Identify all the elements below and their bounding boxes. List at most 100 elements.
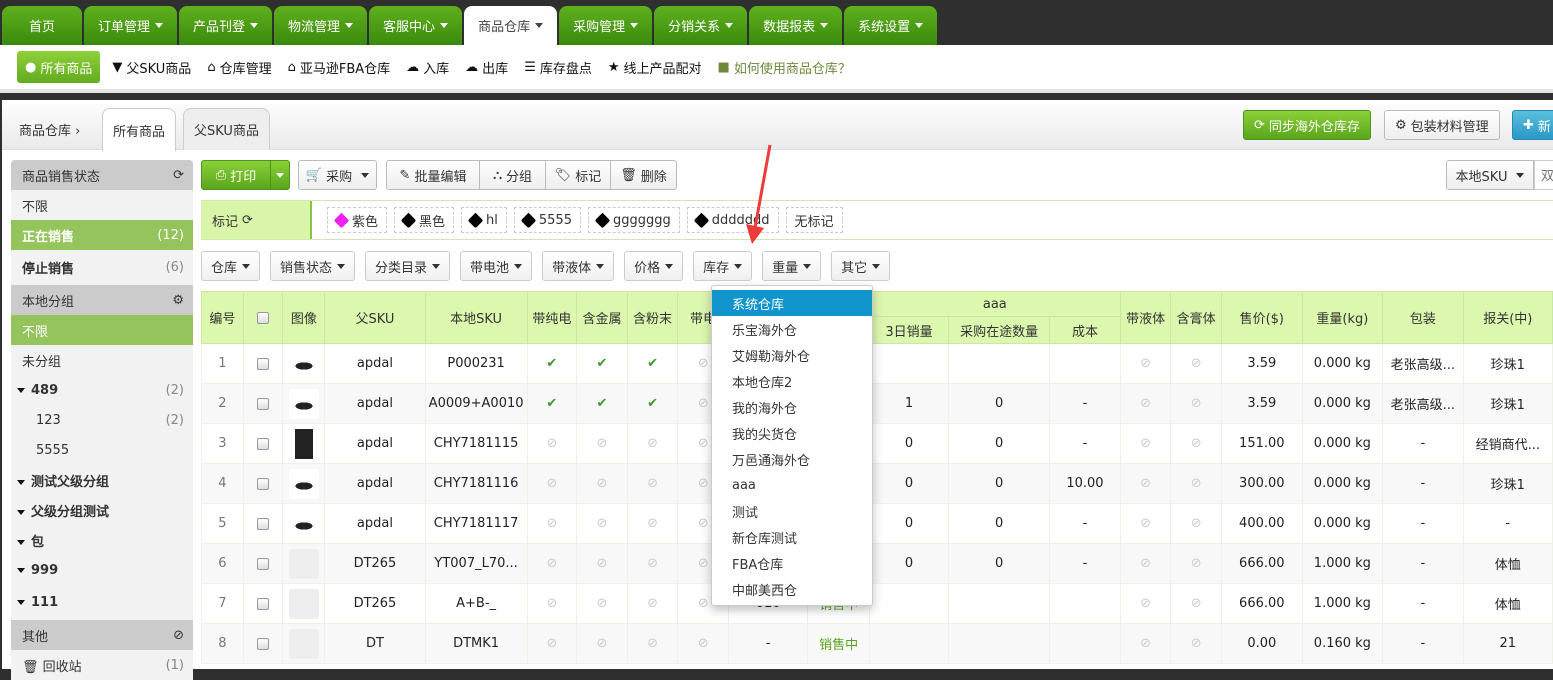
subnav-item[interactable]: ☁ 出库 <box>465 58 508 77</box>
refresh-icon[interactable]: ⟳ <box>242 213 253 228</box>
sidebar-item[interactable]: 不限 <box>11 190 193 220</box>
filter-button[interactable]: 分类目录 <box>365 251 451 281</box>
warehouse-option[interactable]: aaa <box>712 472 872 498</box>
row-checkbox[interactable] <box>257 477 270 490</box>
filter-button[interactable]: 销售状态 <box>270 251 356 281</box>
filter-button[interactable]: 库存 <box>693 251 753 281</box>
filter-button[interactable]: 带电池 <box>460 251 533 281</box>
mark-tag[interactable]: 无标记 <box>785 207 843 233</box>
table-row[interactable]: 5 apdal CHY7181117 ⊘ ⊘ ⊘ ⊘ 0 0- ⊘ ⊘ 400.00 0.000 kg -… <box>201 503 1553 544</box>
nav-tab[interactable]: 系统设置 <box>844 6 938 45</box>
ban-icon[interactable]: ⊘ <box>173 628 184 643</box>
caret-down-icon[interactable] <box>17 600 25 605</box>
print-button[interactable]: ⎙ 打印 <box>201 160 271 190</box>
warehouse-option[interactable]: 本地仓库2 <box>712 368 872 394</box>
sidebar-item[interactable]: 489 (2) <box>11 375 193 405</box>
product-image[interactable] <box>288 588 319 619</box>
sidebar-item[interactable]: 999 <box>11 555 193 585</box>
purchase-button[interactable]: 🛒 采购 <box>298 160 377 190</box>
batch-edit-button[interactable]: ✎ 批量编辑 <box>386 160 480 190</box>
filter-button[interactable]: 价格 <box>624 251 684 281</box>
table-row[interactable]: 6 DT265 YT007_L70... ⊘ ⊘ ⊘ ⊘ 0 0- ⊘ ⊘ 666.00 1.000 k… <box>201 543 1553 584</box>
table-row[interactable]: 8 DT DTMK1 ⊘ ⊘ ⊘ ⊘ - 销售中 ⊘ ⊘ 0.00 0.160 kg -21 <box>201 623 1553 664</box>
row-checkbox[interactable] <box>257 517 270 530</box>
product-image[interactable] <box>288 348 319 379</box>
filter-button[interactable]: 重量 <box>762 251 822 281</box>
subnav-item[interactable]: ☰ 库存盘点 <box>524 58 592 77</box>
warehouse-option[interactable]: 艾姆勒海外仓 <box>712 342 872 368</box>
nav-tab[interactable]: 首页 <box>2 6 82 45</box>
search-input[interactable] <box>1534 160 1553 190</box>
subnav-item[interactable]: ■ 如何使用商品仓库？ <box>718 58 851 77</box>
caret-down-icon[interactable] <box>17 567 25 573</box>
tab-all-products[interactable]: 所有商品 <box>102 108 177 151</box>
mark-tag[interactable]: hl <box>461 207 507 233</box>
mark-tag[interactable]: ddddddd <box>686 207 779 233</box>
print-dropdown-toggle[interactable] <box>270 160 290 190</box>
caret-down-icon[interactable] <box>17 387 25 393</box>
product-image[interactable] <box>288 388 319 419</box>
caret-down-icon[interactable] <box>17 479 25 485</box>
warehouse-option[interactable]: 我的海外仓 <box>712 394 872 420</box>
nav-tab[interactable]: 订单管理 <box>84 6 178 45</box>
table-row[interactable]: 3 apdal CHY7181115 ⊘ ⊘ ⊘ ⊘ 0 0- ⊘ ⊘ 151.00 0.000 kg -… <box>201 423 1553 464</box>
sidebar-item[interactable]: 5555 <box>11 435 193 465</box>
sidebar-item[interactable]: 123 (2) <box>11 405 193 435</box>
tab-parent-sku[interactable]: 父SKU商品 <box>183 108 270 150</box>
filter-button[interactable]: 仓库 <box>201 251 261 281</box>
filter-button[interactable]: 其它 <box>831 251 891 281</box>
row-checkbox[interactable] <box>257 437 270 450</box>
warehouse-option[interactable]: 系统仓库 <box>712 290 872 316</box>
table-row[interactable]: 2 apdal A0009+A0010 ✔ ✔ ✔ ⊘ 1 0- ⊘ ⊘ 3.59 0.000 kg 老张… <box>201 383 1553 424</box>
packaging-materials-button[interactable]: ⚙ 包装材料管理 <box>1384 110 1500 140</box>
warehouse-option[interactable]: 我的尖货仓 <box>712 420 872 446</box>
product-image[interactable] <box>288 428 319 459</box>
table-row[interactable]: 7DT265A+B-_⊘⊘⊘⊘010销售中⊘⊘666.001.000 kg-体恤 <box>201 583 1553 624</box>
nav-tab[interactable]: 物流管理 <box>274 6 368 45</box>
warehouse-option[interactable]: 测试 <box>712 498 872 524</box>
nav-tab[interactable]: 数据报表 <box>749 6 843 45</box>
breadcrumb[interactable]: 商品仓库 › <box>19 120 80 139</box>
refresh-icon[interactable]: ⟳ <box>173 168 184 183</box>
delete-button[interactable]: 🗑 删除 <box>610 160 677 190</box>
sidebar-item[interactable]: 父级分组测试 <box>11 495 193 525</box>
nav-tab[interactable]: 商品仓库 <box>464 6 558 45</box>
sidebar-item[interactable]: 测试父级分组 <box>11 465 193 495</box>
nav-tab[interactable]: 产品刊登 <box>179 6 273 45</box>
warehouse-option[interactable]: 中邮美西仓 <box>712 576 872 602</box>
mark-tag[interactable]: ggggggg <box>587 207 680 233</box>
sync-overseas-stock-button[interactable]: ⟳ 同步海外仓库存 <box>1243 110 1371 140</box>
row-checkbox[interactable] <box>257 357 270 370</box>
search-type-select[interactable]: 本地SKU <box>1446 160 1534 190</box>
subnav-item[interactable]: ● 所有商品 <box>17 51 101 83</box>
warehouse-option[interactable]: 乐宝海外仓 <box>712 316 872 342</box>
gear-icon[interactable]: ⚙ <box>172 293 184 308</box>
column-header[interactable] <box>242 291 284 344</box>
row-checkbox[interactable] <box>257 557 270 570</box>
sidebar-item[interactable]: 🗑 回收站 (1) <box>11 650 193 680</box>
subnav-item[interactable]: ⌂ 仓库管理 <box>207 58 271 77</box>
caret-down-icon[interactable] <box>17 539 25 545</box>
caret-down-icon[interactable] <box>17 509 25 515</box>
warehouse-option[interactable]: 万邑通海外仓 <box>712 446 872 472</box>
subnav-item[interactable]: ⌂ 亚马逊FBA仓库 <box>288 58 391 77</box>
product-image[interactable] <box>288 628 319 659</box>
nav-tab[interactable]: 客服中心 <box>369 6 463 45</box>
product-image[interactable] <box>288 508 319 539</box>
sidebar-item[interactable]: 111 <box>11 585 193 620</box>
new-button[interactable]: ✚ 新 <box>1512 110 1553 140</box>
filter-button[interactable]: 带液体 <box>542 251 615 281</box>
sidebar-item[interactable]: 正在销售 (12) <box>11 220 193 250</box>
product-image[interactable] <box>288 468 319 499</box>
mark-button[interactable]: 🏷 标记 <box>545 160 611 190</box>
sidebar-item[interactable]: 未分组 <box>11 345 193 375</box>
subnav-item[interactable]: ☁ 入库 <box>406 58 449 77</box>
product-image[interactable] <box>288 548 319 579</box>
group-button[interactable]: ⛬ 分组 <box>479 160 546 190</box>
warehouse-option[interactable]: FBA仓库 <box>712 550 872 576</box>
select-all-checkbox[interactable] <box>257 311 270 324</box>
sidebar-item[interactable]: 包 <box>11 525 193 555</box>
nav-tab[interactable]: 分销关系 <box>654 6 748 45</box>
warehouse-option[interactable]: 新仓库测试 <box>712 524 872 550</box>
mark-tag[interactable]: 紫色 <box>327 207 388 233</box>
